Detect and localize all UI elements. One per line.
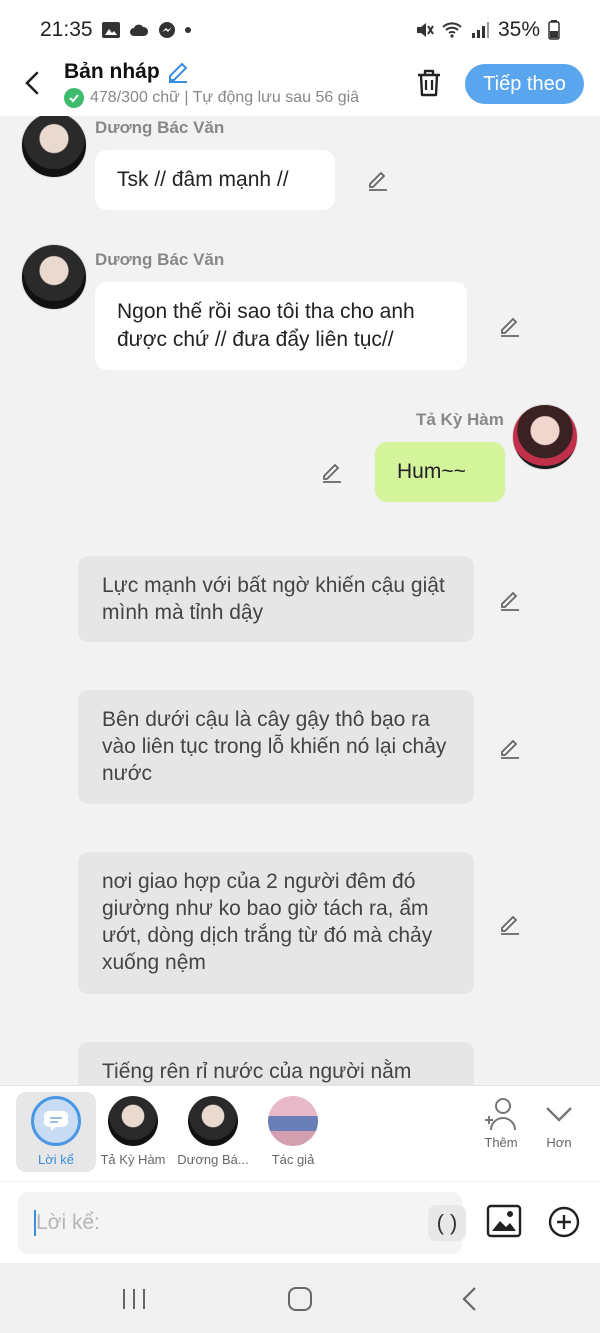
narration-block[interactable]: Bên dưới cậu là cây gậy thô bạo ra vào l…: [78, 690, 474, 804]
back-arrow-icon[interactable]: [18, 68, 48, 98]
next-button[interactable]: Tiếp theo: [465, 64, 584, 104]
narration-block[interactable]: Lực mạnh với bất ngờ khiến cậu giật mình…: [78, 556, 474, 642]
recents-icon[interactable]: [119, 1285, 149, 1313]
add-label: Thêm: [484, 1135, 518, 1150]
notification-dot: [184, 27, 191, 33]
edit-pencil-icon[interactable]: [498, 588, 522, 612]
character-avatar: [108, 1096, 158, 1146]
plus-circle-icon[interactable]: [548, 1206, 580, 1238]
narration-block[interactable]: Tiếng rên rỉ nước của người nằm: [78, 1042, 474, 1085]
edit-pencil-icon[interactable]: [366, 168, 390, 192]
character-avatar: [188, 1096, 238, 1146]
cloud-icon: [129, 24, 148, 36]
battery-icon: [548, 20, 560, 40]
character-avatar: [268, 1096, 318, 1146]
edit-title-icon[interactable]: [166, 60, 190, 84]
message-bubble[interactable]: Tsk // đâm mạnh //: [95, 150, 335, 210]
character-label: Tác giả: [271, 1152, 315, 1167]
edit-pencil-icon[interactable]: [498, 912, 522, 936]
wifi-icon: [442, 22, 462, 38]
character-selector: Lời kể Tả Kỳ Hàm Dương Bá... Tác giả Thê…: [0, 1085, 600, 1181]
character-label: Dương Bá...: [177, 1152, 249, 1167]
message-bubble[interactable]: Hum~~: [375, 442, 505, 502]
avatar[interactable]: [21, 244, 87, 310]
avatar[interactable]: [512, 404, 578, 470]
character-narrator[interactable]: Lời kể: [16, 1092, 96, 1172]
narration-block[interactable]: nơi giao hợp của 2 người đêm đó giường n…: [78, 852, 474, 994]
character-duong-bac-van[interactable]: Dương Bá...: [173, 1092, 253, 1172]
narrator-icon: [31, 1096, 81, 1146]
edit-pencil-icon[interactable]: [498, 314, 522, 338]
battery-percent: 35%: [497, 18, 540, 41]
composer-bar: ( ): [0, 1181, 600, 1263]
system-nav-bar: [0, 1263, 600, 1333]
character-label: Lời kể: [38, 1152, 74, 1167]
check-icon: [64, 88, 84, 108]
word-count-text: 478/300 chữ | Tự động lưu sau 56 giâ: [90, 89, 360, 106]
message-input[interactable]: [36, 1204, 396, 1242]
page-title-row: Bản nháp: [64, 60, 390, 84]
image-icon[interactable]: [486, 1204, 522, 1238]
parenthesis-button[interactable]: ( ): [428, 1205, 466, 1241]
signal-icon: [471, 22, 489, 38]
character-author[interactable]: Tác giả: [253, 1092, 333, 1172]
character-label: Tả Kỳ Hàm: [100, 1152, 166, 1167]
trash-icon[interactable]: [412, 66, 446, 100]
more-button[interactable]: Hơn: [534, 1096, 584, 1150]
edit-pencil-icon[interactable]: [498, 736, 522, 760]
add-character-button[interactable]: Thêm: [476, 1096, 526, 1150]
home-icon[interactable]: [285, 1285, 315, 1313]
app-header: Bản nháp 478/300 chữ | Tự động lưu sau 5…: [0, 60, 600, 116]
mute-icon: [416, 23, 434, 37]
avatar[interactable]: [21, 116, 87, 178]
chat-area[interactable]: Dương Bác Văn Tsk // đâm mạnh // Dương B…: [0, 116, 600, 1085]
messenger-icon: [158, 22, 175, 38]
title-area: Bản nháp 478/300 chữ | Tự động lưu sau 5…: [64, 60, 390, 108]
speaker-name: Dương Bác Văn: [95, 118, 225, 137]
autosave-status: 478/300 chữ | Tự động lưu sau 56 giâ: [64, 88, 390, 108]
add-user-icon: [485, 1098, 516, 1131]
page-title: Bản nháp: [64, 60, 160, 83]
edit-pencil-icon[interactable]: [320, 460, 344, 484]
character-ta-ky-ham[interactable]: Tả Kỳ Hàm: [93, 1092, 173, 1172]
chevron-down-icon: [546, 1107, 572, 1122]
speaker-name: Tả Kỳ Hàm: [416, 410, 504, 429]
message-bubble[interactable]: Ngon thế rồi sao tôi tha cho anh được ch…: [95, 282, 467, 370]
gallery-icon: [101, 22, 120, 38]
more-label: Hơn: [546, 1135, 572, 1150]
back-nav-icon[interactable]: [455, 1285, 485, 1313]
speaker-name: Dương Bác Văn: [95, 250, 225, 269]
status-bar: 21:35 35%: [0, 0, 600, 60]
status-time: 21:35: [40, 18, 93, 41]
composer-box: ( ): [18, 1192, 466, 1254]
